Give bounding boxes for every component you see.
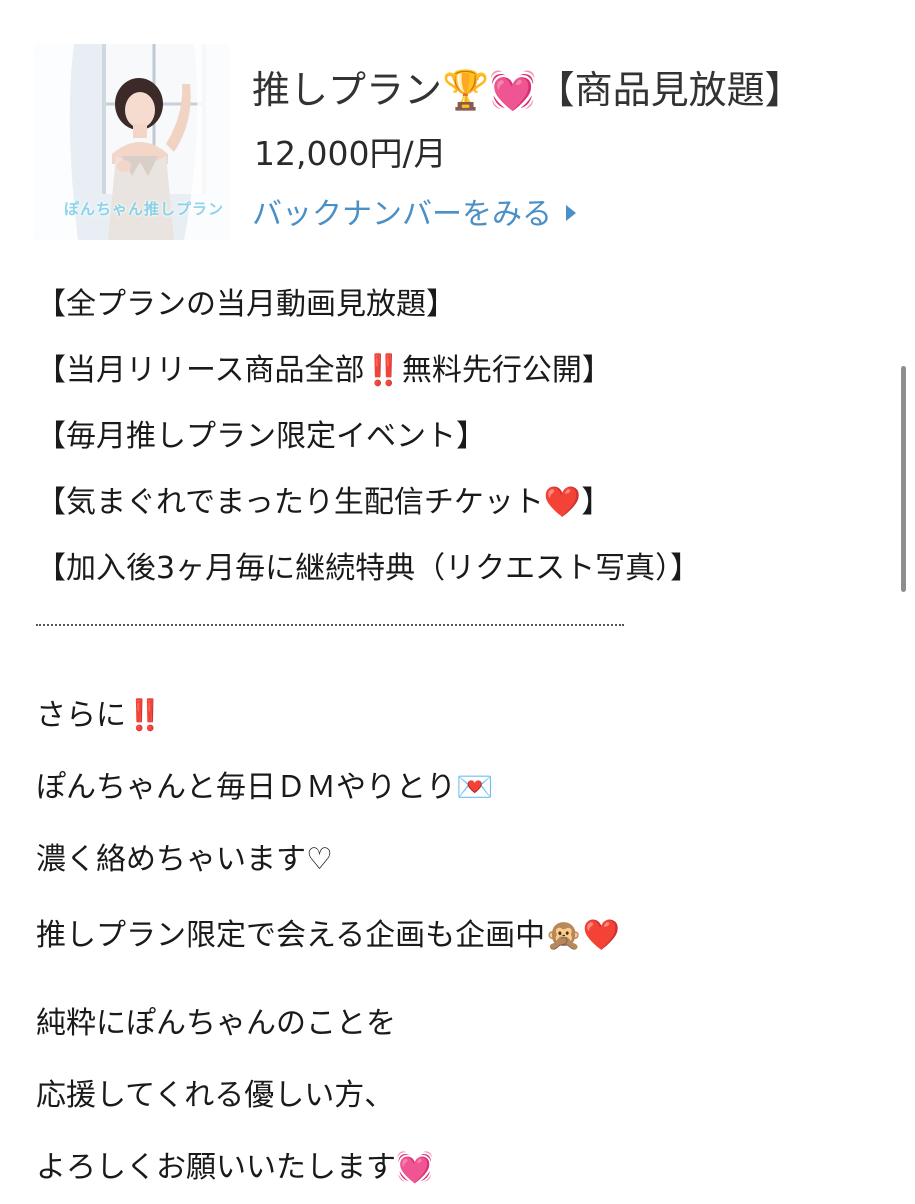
backnumber-link[interactable]: バックナンバーをみる (252, 194, 576, 236)
plan-price: 12,000円/月 (254, 134, 447, 173)
vertical-scrollbar[interactable] (901, 366, 906, 592)
chevron-right-icon (566, 205, 576, 221)
feature-item: 【全プランの当月動画見放題】 (36, 287, 456, 322)
message-line: 推しプラン限定で会える企画も企画中🙊❤️ (36, 918, 620, 953)
message-line: 応援してくれる優しい方、 (36, 1078, 395, 1113)
message-line: 濃く絡めちゃいます♡ (36, 842, 333, 877)
feature-item: 【加入後3ヶ月毎に継続特典（リクエスト写真）】 (36, 551, 701, 586)
message-line: ぽんちゃんと毎日ＤＭやりとり💌 (36, 770, 494, 805)
feature-item: 【毎月推しプラン限定イベント】 (36, 419, 486, 454)
message-line: 純粋にぽんちゃんのことを (36, 1006, 396, 1041)
message-block-2: 推しプラン限定で会える企画も企画中🙊❤️ (36, 900, 886, 972)
message-block-1: さらに‼️ ぽんちゃんと毎日ＤＭやりとり💌 濃く絡めちゃいます♡ (36, 680, 886, 896)
message-block-3: 純粋にぽんちゃんのことを 応援してくれる優しい方、 よろしくお願いいたします💓 (36, 988, 886, 1204)
thumbnail-caption: ぽんちゃん推しプラン (64, 200, 225, 218)
message-line: さらに‼️ (36, 698, 164, 733)
feature-item: 【当月リリース商品全部‼️無料先行公開】 (36, 353, 612, 388)
backnumber-label: バックナンバーをみる (252, 197, 552, 232)
message-line: よろしくお願いいたします💓 (36, 1150, 434, 1185)
plan-thumbnail[interactable]: ぽんちゃん推しプラン (34, 44, 230, 240)
dotted-divider (36, 624, 624, 626)
plan-title: 推しプラン🏆💓【商品見放題】 (252, 68, 803, 112)
feature-item: 【気まぐれでまったり生配信チケット❤️】 (36, 485, 612, 520)
feature-list: 【全プランの当月動画見放題】 【当月リリース商品全部‼️無料先行公開】 【毎月推… (36, 272, 700, 602)
